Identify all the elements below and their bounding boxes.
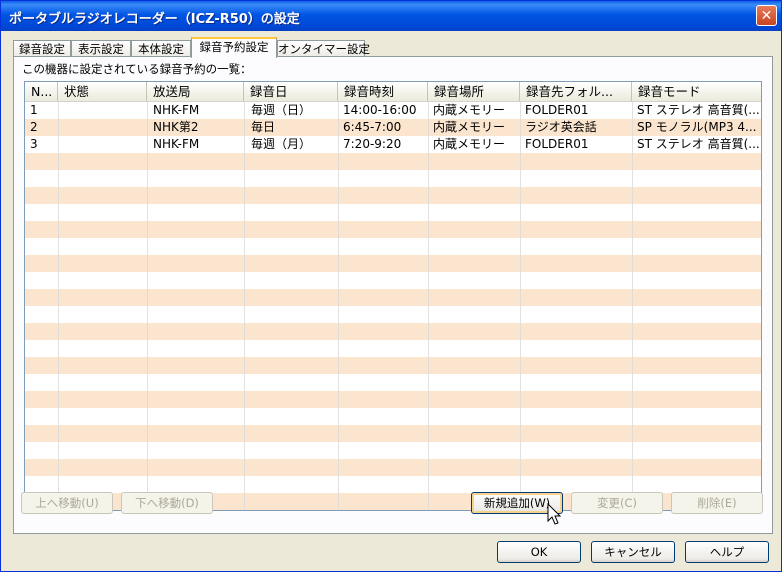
cell-number: 3 — [30, 137, 38, 151]
table-row[interactable]: 2 NHK第2 毎日 6:45-7:00 内蔵メモリー ラジオ英会話 SP モノ… — [25, 119, 761, 136]
tab-recording-settings[interactable]: 録音設定 — [13, 40, 71, 57]
cell-mode: ST ステレオ 高音質(... — [637, 103, 760, 117]
column-divider — [338, 102, 339, 510]
column-header-status[interactable]: 状態 — [58, 82, 147, 101]
cell-date: 毎週（月） — [251, 137, 312, 151]
mouse-pointer-icon — [547, 503, 562, 525]
tab-on-timer-settings[interactable]: オンタイマー設定 — [277, 40, 370, 57]
cell-number: 2 — [30, 120, 38, 134]
cell-folder: FOLDER01 — [525, 103, 589, 117]
column-header-number[interactable]: N... — [25, 82, 58, 101]
table-row[interactable]: 3 NHK-FM 毎週（月） 7:20-9:20 内蔵メモリー FOLDER01… — [25, 136, 761, 153]
cell-status — [58, 102, 147, 119]
list-caption: この機器に設定されている録音予約の一覧： — [22, 62, 252, 76]
cell-status — [58, 119, 147, 136]
move-up-button[interactable]: 上へ移動(U) — [21, 492, 113, 514]
cell-location: 内蔵メモリー — [433, 120, 506, 134]
list-header: N... 状態 放送局 録音日 録音時刻 録音場所 録音先フォル... 録音モー… — [25, 82, 761, 102]
list-body: 1 NHK-FM 毎週（日） 14:00-16:00 内蔵メモリー FOLDER… — [25, 102, 761, 510]
column-header-station[interactable]: 放送局 — [147, 82, 244, 101]
column-header-date[interactable]: 録音日 — [244, 82, 338, 101]
cancel-button[interactable]: キャンセル — [591, 541, 675, 563]
table-row[interactable]: 1 NHK-FM 毎週（日） 14:00-16:00 内蔵メモリー FOLDER… — [25, 102, 761, 119]
change-button[interactable]: 変更(C) — [571, 492, 663, 514]
tab-panel: この機器に設定されている録音予約の一覧： N... 状態 放送局 録音日 録音時… — [13, 56, 773, 534]
cell-time: 14:00-16:00 — [343, 103, 417, 117]
cell-folder: ラジオ英会話 — [525, 120, 597, 134]
tab-display-settings[interactable]: 表示設定 — [71, 40, 131, 57]
cell-time: 7:20-9:20 — [343, 137, 402, 151]
column-divider — [520, 102, 521, 510]
cell-station: NHK-FM — [153, 103, 200, 117]
ok-button[interactable]: OK — [497, 541, 581, 563]
column-divider — [428, 102, 429, 510]
help-button[interactable]: ヘルプ — [685, 541, 769, 563]
cell-time: 6:45-7:00 — [343, 120, 402, 134]
column-header-time[interactable]: 録音時刻 — [338, 82, 428, 101]
cell-mode: ST ステレオ 高音質(... — [637, 137, 760, 151]
column-header-mode[interactable]: 録音モード — [632, 82, 761, 101]
cell-folder: FOLDER01 — [525, 137, 589, 151]
column-divider — [58, 102, 59, 510]
column-header-folder[interactable]: 録音先フォル... — [520, 82, 632, 101]
window-title: ポータブルラジオレコーダー（ICZ-R50）の設定 — [9, 12, 300, 27]
cell-date: 毎週（日） — [251, 103, 312, 117]
cell-mode: SP モノラル(MP3 4... — [637, 120, 757, 134]
tab-device-settings[interactable]: 本体設定 — [131, 40, 191, 57]
cell-status — [58, 136, 147, 153]
tab-recording-schedule[interactable]: 録音予約設定 — [191, 37, 277, 58]
cell-station: NHK-FM — [153, 137, 200, 151]
cell-location: 内蔵メモリー — [433, 103, 506, 117]
cell-date: 毎日 — [251, 120, 276, 134]
column-divider — [147, 102, 148, 510]
cell-station: NHK第2 — [153, 120, 199, 134]
reservation-list[interactable]: N... 状態 放送局 録音日 録音時刻 録音場所 録音先フォル... 録音モー… — [24, 81, 762, 511]
move-down-button[interactable]: 下へ移動(D) — [121, 492, 213, 514]
title-bar[interactable]: ポータブルラジオレコーダー（ICZ-R50）の設定 ✕ — [1, 1, 781, 31]
column-divider — [632, 102, 633, 510]
column-divider — [244, 102, 245, 510]
settings-dialog: ポータブルラジオレコーダー（ICZ-R50）の設定 ✕ 録音設定 表示設定 本体… — [0, 0, 782, 572]
cell-number: 1 — [30, 103, 38, 117]
delete-button[interactable]: 削除(E) — [671, 492, 763, 514]
close-button[interactable]: ✕ — [756, 5, 777, 26]
cell-location: 内蔵メモリー — [433, 137, 506, 151]
column-header-location[interactable]: 録音場所 — [428, 82, 520, 101]
